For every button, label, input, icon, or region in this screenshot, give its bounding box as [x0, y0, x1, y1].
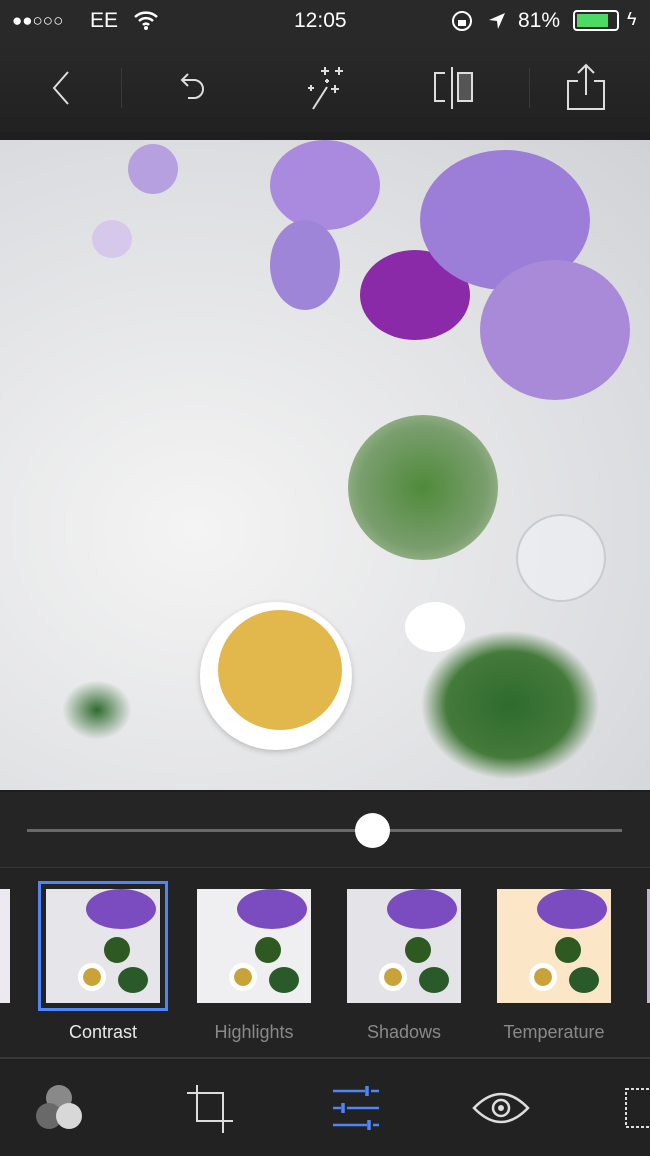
mint-leaves — [419, 967, 449, 993]
flower — [92, 220, 132, 258]
share-button[interactable] — [558, 60, 614, 116]
teapot — [555, 937, 581, 963]
divider — [529, 68, 530, 108]
looks-button[interactable] — [30, 1080, 90, 1136]
cup — [229, 963, 257, 991]
back-button[interactable] — [33, 60, 89, 116]
adjust-button[interactable] — [326, 1080, 386, 1136]
undo-button[interactable] — [166, 60, 222, 116]
teapot — [348, 415, 498, 560]
flower — [537, 889, 607, 929]
top-toolbar — [0, 42, 650, 132]
eye-button[interactable] — [471, 1080, 531, 1136]
cup — [379, 963, 407, 991]
adjustment-strip[interactable]: Contrast Highlights Shadows Temperature — [0, 869, 650, 1059]
auto-enhance-icon — [308, 67, 343, 110]
before-after-button[interactable] — [424, 60, 480, 116]
thumb-temperature[interactable] — [497, 889, 611, 1003]
slider-thumb[interactable] — [355, 813, 391, 848]
slider-track[interactable] — [27, 829, 622, 832]
adjust-icon — [333, 1086, 379, 1130]
label-temperature[interactable]: Temperature — [479, 1022, 629, 1043]
battery-icon — [573, 10, 619, 31]
mint-leaves — [569, 967, 599, 993]
flower — [270, 140, 380, 230]
cup — [78, 963, 106, 991]
teapot — [255, 937, 281, 963]
photo-canvas[interactable] — [0, 140, 650, 790]
adjustment-slider[interactable] — [0, 792, 650, 868]
back-icon — [52, 71, 69, 105]
crop-icon — [187, 1085, 233, 1133]
flower — [128, 144, 178, 194]
flower — [86, 889, 156, 929]
divider — [121, 68, 122, 108]
status-bar: ●●○○○ EE 12:05 81% ϟ — [0, 0, 650, 42]
carrier: EE — [90, 9, 119, 32]
share-icon — [567, 63, 605, 110]
wifi-icon — [134, 11, 158, 30]
eye-icon — [472, 1092, 530, 1124]
mint-leaves — [269, 967, 299, 993]
tea — [218, 610, 342, 730]
mint-leaf — [62, 680, 132, 740]
flower — [480, 260, 630, 400]
thumb-contrast[interactable] — [38, 881, 168, 1011]
flower — [387, 889, 457, 929]
flower — [237, 889, 307, 929]
auto-enhance-button[interactable] — [300, 60, 356, 116]
undo-icon — [180, 73, 204, 99]
charging-icon: ϟ — [627, 9, 637, 29]
glass-lid — [516, 514, 606, 602]
crop-button[interactable] — [180, 1080, 240, 1136]
vignette-icon — [625, 1088, 650, 1128]
before-after-icon — [434, 67, 473, 109]
adjustment-thumbnail[interactable] — [0, 889, 10, 1003]
label-shadows[interactable]: Shadows — [329, 1022, 479, 1043]
signal-strength: ●●○○○ — [12, 11, 64, 30]
mint-leaves — [118, 967, 148, 993]
rotation-lock-icon — [452, 11, 472, 31]
bottom-toolbar — [0, 1060, 650, 1156]
location-icon — [489, 13, 505, 29]
cup — [529, 963, 557, 991]
clock: 12:05 — [294, 9, 347, 32]
battery-percent: 81% — [518, 9, 561, 32]
teapot — [405, 937, 431, 963]
teapot — [104, 937, 130, 963]
thumb-highlights[interactable] — [197, 889, 311, 1003]
thumb-shadows[interactable] — [347, 889, 461, 1003]
looks-icon — [36, 1085, 82, 1129]
vignette-button[interactable] — [620, 1080, 650, 1136]
label-contrast[interactable]: Contrast — [28, 1022, 178, 1043]
label-highlights[interactable]: Highlights — [179, 1022, 329, 1043]
mint-leaves — [420, 630, 600, 780]
flower — [270, 220, 340, 310]
